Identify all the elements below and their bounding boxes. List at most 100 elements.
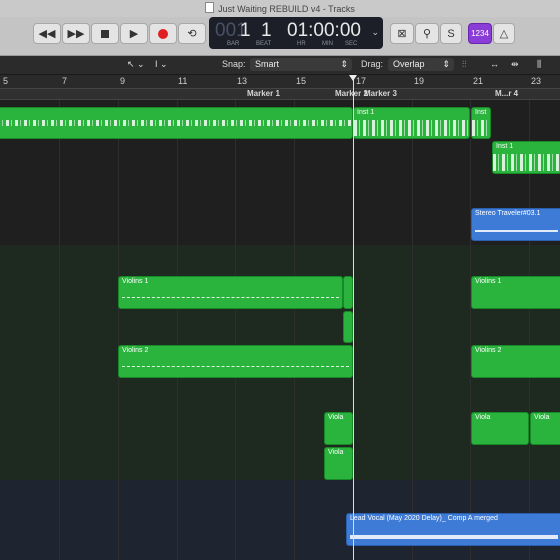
marker-3[interactable]: Marker 3	[364, 89, 397, 98]
midi-region-viola[interactable]: Viola	[324, 412, 353, 445]
window-title: Just Waiting REBUILD v4 - Tracks	[218, 4, 355, 14]
region-name: Violins 1	[122, 278, 149, 285]
midi-notes	[0, 120, 352, 126]
snap-label: Snap:	[222, 59, 246, 69]
waveform	[350, 535, 558, 539]
tuning-fork-icon: ⚲	[422, 28, 432, 40]
window-title-wrap: Just Waiting REBUILD v4 - Tracks	[0, 2, 560, 14]
drag-value: Overlap	[393, 59, 425, 69]
ruler-number: 23	[531, 76, 542, 86]
cycle-button[interactable]: ⟲	[178, 23, 206, 44]
view-options-icon[interactable]: ⫼	[537, 59, 541, 70]
tool-row: ↖ ⌄ I ⌄ Snap: Smart ⇕ Drag: Overlap ⇕ ⫶⫶ ↔…	[0, 56, 560, 75]
drag-dropdown[interactable]: Overlap ⇕	[388, 58, 454, 71]
ruler-number: 13	[237, 76, 248, 86]
midi-notes	[354, 120, 469, 136]
region-name: Inst 1	[357, 109, 375, 116]
lcd-display[interactable]: 001 1 1 01:00:00 BAR BEAT HR MIN SEC ⌄	[209, 17, 383, 49]
fit-vertical-icon[interactable]: ⇹	[511, 59, 519, 70]
region-name: Viola	[328, 449, 344, 456]
record-button[interactable]	[149, 23, 177, 44]
low-latency-button[interactable]: ⊠	[390, 23, 414, 44]
region-name: Inst 1	[496, 143, 514, 150]
playhead-handle[interactable]	[349, 75, 357, 81]
rewind-icon: ◀◀	[38, 28, 56, 40]
grid-line	[118, 100, 119, 560]
lcd-label-beat: BEAT	[256, 41, 272, 47]
midi-region-inst1-b[interactable]: Inst 1	[492, 141, 560, 174]
ruler-number: 17	[356, 76, 367, 86]
fast-forward-button[interactable]: ▶▶	[62, 23, 90, 44]
midi-region-violins1[interactable]: Violins 1	[118, 276, 343, 309]
shield-x-icon: ⊠	[397, 28, 407, 40]
grid-line	[235, 100, 236, 560]
midi-region[interactable]	[0, 107, 353, 139]
ruler-number: 19	[414, 76, 425, 86]
solo-button[interactable]: S	[440, 23, 462, 44]
midi-notes	[122, 297, 339, 298]
pointer-tool-icon[interactable]: ↖ ⌄	[127, 59, 145, 70]
midi-region-inst[interactable]: Inst	[471, 107, 491, 139]
grid-line	[470, 100, 471, 560]
ruler-number: 11	[178, 76, 188, 86]
title-bar: Just Waiting REBUILD v4 - Tracks	[0, 0, 560, 17]
snap-chevron-icon: ⇕	[340, 59, 348, 69]
midi-region-viola[interactable]: Viola	[324, 447, 353, 480]
region-name: Lead Vocal (May 2020 Delay)_ Comp A merg…	[350, 515, 498, 522]
stop-button[interactable]	[91, 23, 119, 44]
s-label: S	[447, 27, 455, 40]
bar-ruler[interactable]: 5 7 9 11 13 15 17 19 21 23	[0, 75, 560, 89]
lcd-label-sec: SEC	[345, 41, 358, 47]
midi-region-violins1-b[interactable]: Violins 1	[471, 276, 560, 309]
metronome-button[interactable]: △	[493, 23, 515, 44]
lcd-label-bar: BAR	[227, 41, 240, 47]
midi-region-violins2[interactable]: Violins 2	[118, 345, 353, 378]
midi-region-small[interactable]	[343, 276, 353, 309]
snap-dropdown[interactable]: Smart ⇕	[250, 58, 352, 71]
rewind-button[interactable]: ◀◀	[33, 23, 61, 44]
audio-region-stereo[interactable]: Stereo Traveler#03.1	[471, 208, 560, 241]
marker-track[interactable]: Marker 1 Marker 2 Marker 3 M...r 4	[0, 89, 560, 100]
ruler-number: 7	[62, 76, 68, 86]
control-bar: ◀◀ ▶▶ ▶ ⟲ 001 1 1 01:00:00 BAR BEAT HR M…	[0, 17, 560, 56]
region-name: Violins 2	[475, 347, 502, 354]
ruler-number: 21	[473, 76, 484, 86]
document-icon	[205, 2, 215, 13]
cycle-icon: ⟲	[187, 28, 197, 40]
midi-notes	[493, 154, 560, 171]
count-in-button[interactable]: 1234	[468, 23, 492, 44]
waveform-zoom-icon[interactable]: ⫶⫶	[462, 59, 467, 70]
region-name: Stereo Traveler#03.1	[475, 210, 541, 217]
region-name: Viola	[534, 414, 550, 421]
waveform	[475, 230, 558, 232]
fit-horizontal-icon[interactable]: ↔	[490, 59, 499, 69]
lcd-beat: 1	[261, 20, 272, 41]
midi-region-viola[interactable]: Viola	[530, 412, 560, 445]
playhead[interactable]	[353, 75, 354, 560]
grid-line	[177, 100, 178, 560]
text-tool-icon[interactable]: I ⌄	[155, 59, 168, 70]
audio-region-lead-vocal[interactable]: Lead Vocal (May 2020 Delay)_ Comp A merg…	[346, 513, 560, 546]
marker-2[interactable]: Marker 2	[335, 89, 368, 98]
play-button[interactable]: ▶	[120, 23, 148, 44]
lcd-time: 01:00:00	[287, 20, 361, 41]
midi-region-viola[interactable]: Viola	[471, 412, 529, 445]
play-icon: ▶	[129, 28, 139, 40]
grid-line	[412, 100, 413, 560]
ruler-number: 15	[296, 76, 307, 86]
ruler-number: 9	[120, 76, 126, 86]
midi-notes	[472, 120, 490, 136]
lcd-chevron-icon[interactable]: ⌄	[371, 27, 379, 38]
midi-region-inst1[interactable]: Inst 1	[353, 107, 470, 139]
marker-1[interactable]: Marker 1	[247, 89, 280, 98]
tracks-area[interactable]: Inst 1 Inst Inst 1 Stereo Traveler#03.1 …	[0, 100, 560, 560]
snap-value: Smart	[255, 59, 280, 69]
stop-icon	[101, 29, 109, 38]
count-in-label: 1234	[471, 29, 489, 38]
lcd-bar: 1	[240, 20, 251, 41]
midi-region-small[interactable]	[343, 311, 353, 343]
marker-4[interactable]: M...r 4	[495, 89, 518, 98]
record-icon	[158, 28, 168, 39]
tuner-button[interactable]: ⚲	[415, 23, 439, 44]
midi-region-violins2-b[interactable]: Violins 2	[471, 345, 560, 378]
